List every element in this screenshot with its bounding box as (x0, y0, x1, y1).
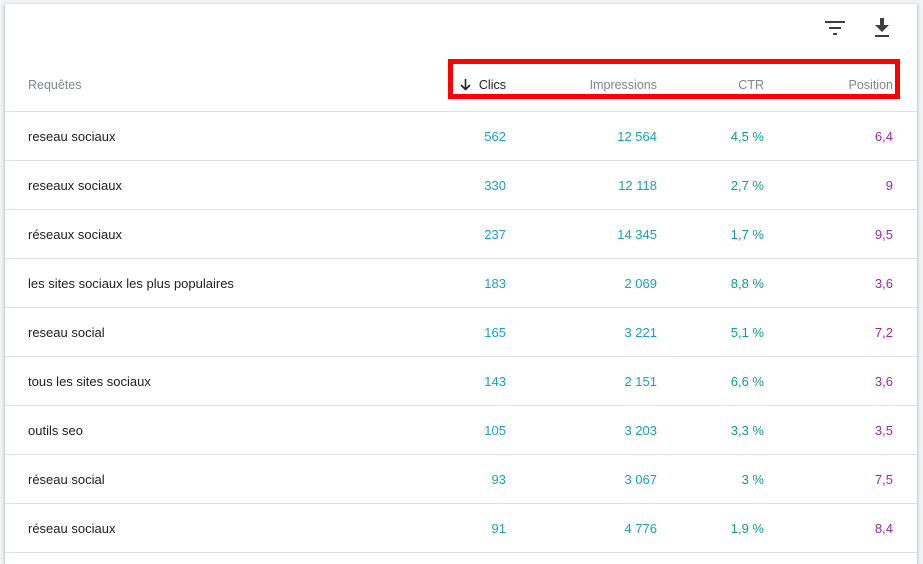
ctr-cell: 6,6 % (730, 373, 764, 389)
table-toolbar (5, 4, 917, 52)
impressions-cell: 4 776 (624, 520, 657, 536)
header-clicks[interactable]: Clics (445, 58, 506, 111)
impressions-cell: 3 067 (624, 471, 657, 487)
filter-icon (825, 21, 845, 35)
clicks-cell: 237 (484, 226, 506, 242)
position-cell: 7,5 (874, 471, 893, 487)
table-body: reseau sociaux 562 12 564 4,5 % 6,4 rese… (5, 112, 917, 553)
download-icon (875, 18, 889, 37)
query-cell: les sites sociaux les plus populaires (28, 275, 234, 291)
impressions-cell: 12 118 (618, 177, 657, 193)
table-row[interactable]: reseaux sociaux 330 12 118 2,7 % 9 (5, 161, 917, 210)
impressions-cell: 2 151 (624, 373, 657, 389)
ctr-cell: 1,7 % (730, 226, 764, 242)
impressions-cell: 3 221 (624, 324, 657, 340)
query-cell: tous les sites sociaux (28, 373, 151, 389)
header-impressions-label: Impressions (589, 77, 657, 92)
clicks-cell: 105 (484, 422, 506, 438)
header-query[interactable]: Requêtes (28, 58, 82, 111)
header-position-label: Position (848, 77, 893, 92)
ctr-cell: 8,8 % (730, 275, 764, 291)
header-position[interactable]: Position (805, 58, 893, 111)
table-row[interactable]: outils seo 105 3 203 3,3 % 3,5 (5, 406, 917, 455)
position-cell: 3,6 (874, 275, 893, 291)
impressions-cell: 3 203 (624, 422, 657, 438)
position-cell: 9 (885, 177, 893, 193)
impressions-cell: 2 069 (624, 275, 657, 291)
table-row[interactable]: réseau sociaux 91 4 776 1,9 % 8,4 (5, 504, 917, 553)
table-row[interactable]: réseaux sociaux 237 14 345 1,7 % 9,5 (5, 210, 917, 259)
query-cell: réseau social (28, 471, 105, 487)
header-ctr[interactable]: CTR (705, 58, 764, 111)
position-cell: 6,4 (874, 128, 893, 144)
position-cell: 7,2 (874, 324, 893, 340)
ctr-cell: 4,5 % (730, 128, 764, 144)
clicks-cell: 330 (484, 177, 506, 193)
ctr-cell: 3,3 % (730, 422, 764, 438)
position-cell: 3,6 (874, 373, 893, 389)
table-row[interactable]: reseau sociaux 562 12 564 4,5 % 6,4 (5, 112, 917, 161)
position-cell: 9,5 (874, 226, 893, 242)
header-ctr-label: CTR (738, 77, 764, 92)
clicks-cell: 91 (491, 520, 506, 536)
filter-button[interactable] (817, 10, 853, 46)
impressions-cell: 12 564 (617, 128, 657, 144)
position-cell: 8,4 (874, 520, 893, 536)
performance-table-card: Requêtes Clics Impressions CTR Position … (5, 4, 917, 564)
query-cell: reseau social (28, 324, 105, 340)
ctr-cell: 3 % (741, 471, 764, 487)
header-query-label: Requêtes (28, 77, 82, 92)
clicks-cell: 143 (484, 373, 506, 389)
query-cell: reseau sociaux (28, 128, 116, 144)
impressions-cell: 14 345 (617, 226, 657, 242)
query-cell: outils seo (28, 422, 83, 438)
arrow-down-icon (460, 78, 471, 91)
ctr-cell: 2,7 % (730, 177, 764, 193)
table-row[interactable]: reseau social 165 3 221 5,1 % 7,2 (5, 308, 917, 357)
header-impressions[interactable]: Impressions (565, 58, 657, 111)
position-cell: 3,5 (874, 422, 893, 438)
clicks-cell: 562 (484, 128, 506, 144)
download-button[interactable] (864, 10, 900, 46)
clicks-cell: 183 (484, 275, 506, 291)
table-header: Requêtes Clics Impressions CTR Position (5, 58, 917, 112)
clicks-cell: 165 (484, 324, 506, 340)
clicks-cell: 93 (491, 471, 506, 487)
query-cell: reseaux sociaux (28, 177, 122, 193)
table-row[interactable]: réseau social 93 3 067 3 % 7,5 (5, 455, 917, 504)
table-row[interactable]: tous les sites sociaux 143 2 151 6,6 % 3… (5, 357, 917, 406)
ctr-cell: 5,1 % (730, 324, 764, 340)
ctr-cell: 1,9 % (730, 520, 764, 536)
query-cell: réseaux sociaux (28, 226, 122, 242)
header-clicks-label: Clics (478, 77, 506, 92)
table-row[interactable]: les sites sociaux les plus populaires 18… (5, 259, 917, 308)
query-cell: réseau sociaux (28, 520, 116, 536)
